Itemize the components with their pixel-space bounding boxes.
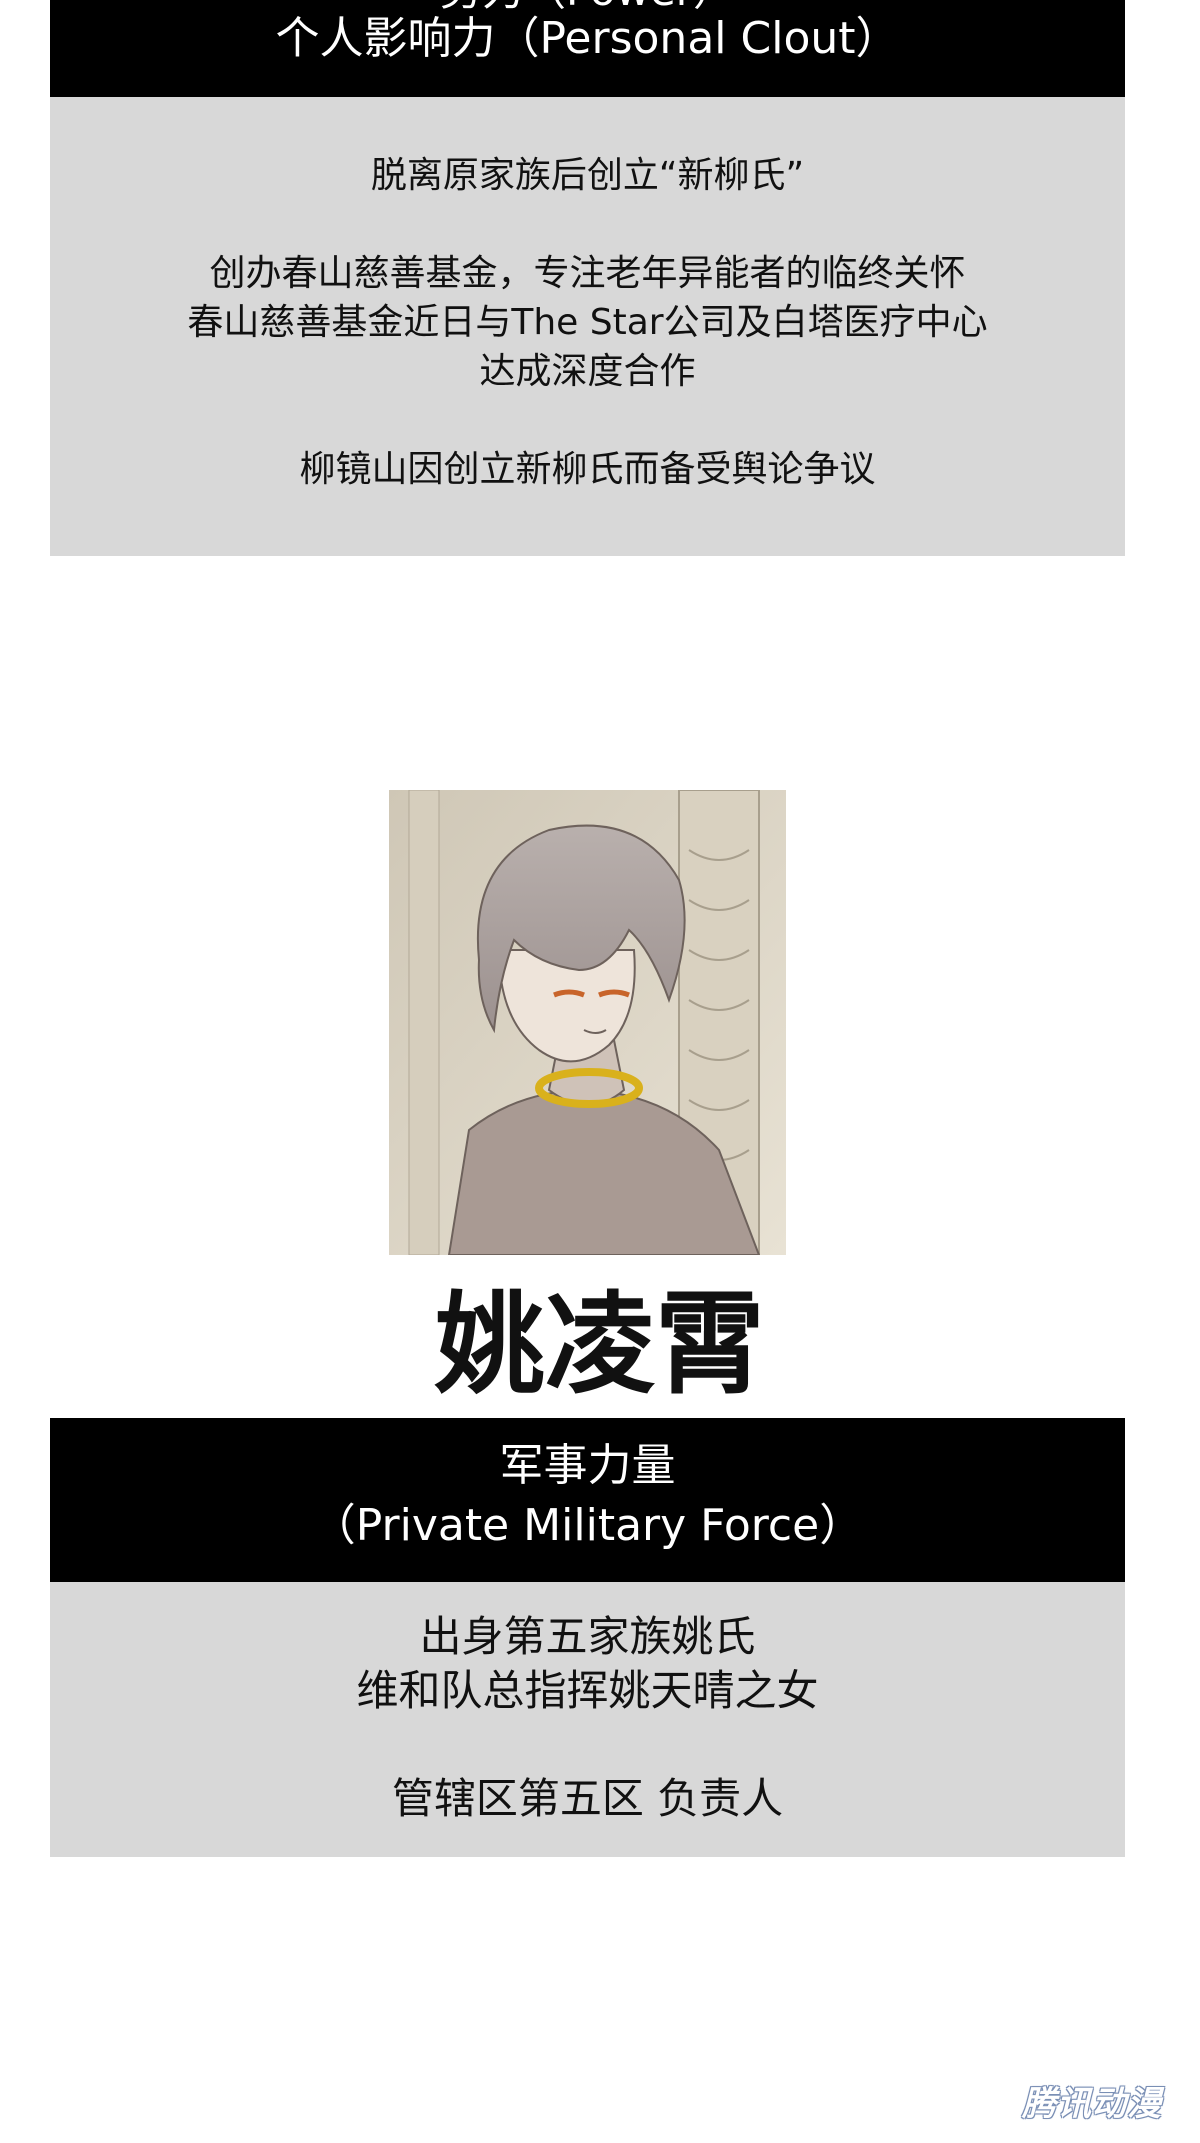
info-line: 脱离原家族后创立“新柳氏”: [370, 155, 805, 196]
info-line: 柳镜山因创立新柳氏而备受舆论争议: [299, 449, 876, 490]
info-line: 创办春山慈善基金，专注老年异能者的临终关怀: [209, 253, 966, 294]
section2-subtitle: （Private Military Force）: [311, 1500, 864, 1551]
info-line: 达成深度合作: [479, 351, 696, 392]
section1-info-box: 脱离原家族后创立“新柳氏” 创办春山慈善基金，专注老年异能者的临终关怀 春山慈善…: [50, 97, 1125, 556]
info-line: 春山慈善基金近日与The Star公司及白塔医疗中心: [187, 302, 988, 343]
section1-header-bar: 势力（Power） 个人影响力（Personal Clout）: [50, 0, 1125, 97]
section2-header-bar: 军事力量 （Private Military Force）: [50, 1418, 1125, 1582]
character-name: 姚凌霄: [435, 1280, 765, 1409]
section1-subtitle: 个人影响力（Personal Clout）: [275, 13, 900, 64]
info-line: 维和队总指挥姚天晴之女: [356, 1666, 819, 1715]
watermark-logo: 腾讯动漫: [1022, 2084, 1162, 2124]
info-line: 管辖区第五区 负责人: [391, 1774, 784, 1823]
character-portrait: [389, 790, 786, 1255]
info-line: 出身第五家族姚氏: [419, 1612, 756, 1661]
section2-title: 军事力量: [499, 1440, 676, 1491]
section2-info-box: 出身第五家族姚氏 维和队总指挥姚天晴之女 管辖区第五区 负责人: [50, 1582, 1125, 1857]
